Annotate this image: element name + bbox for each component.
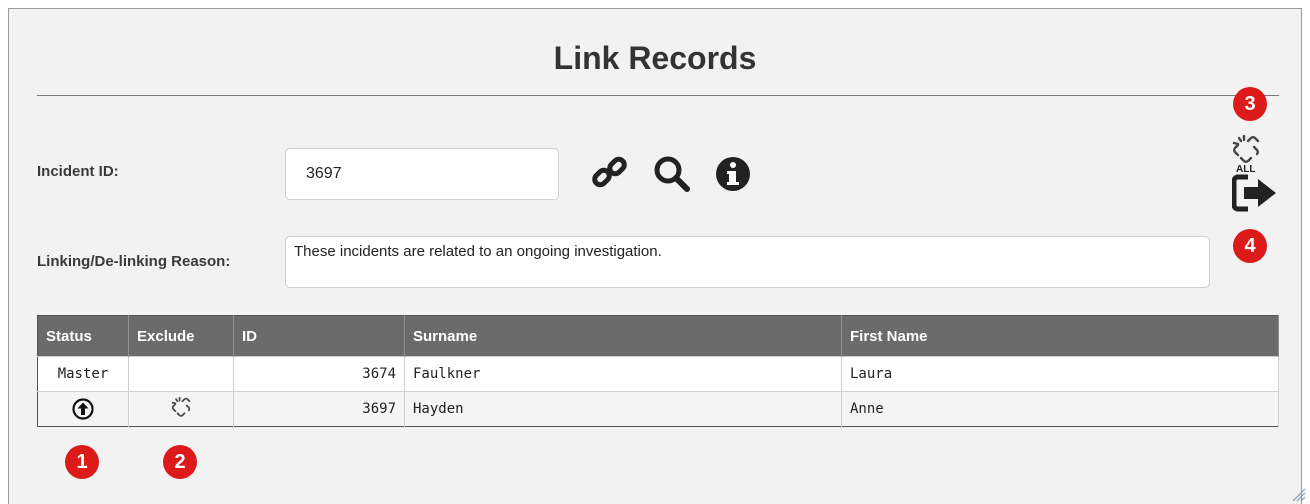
exclude-cell (128, 356, 234, 392)
search-icon[interactable] (652, 154, 692, 194)
linked-records-table: Status Exclude ID Surname First Name Mas… (37, 315, 1279, 427)
first-name-cell: Anne (841, 391, 1279, 427)
callout-badge-2: 2 (163, 445, 197, 479)
surname-cell: Hayden (404, 391, 842, 427)
info-icon[interactable] (714, 154, 754, 194)
exclude-cell (128, 391, 234, 427)
table-row[interactable]: 3697 Hayden Anne (37, 391, 1279, 427)
column-header-first-name[interactable]: First Name (841, 315, 1279, 357)
callout-badge-1: 1 (65, 445, 99, 479)
callout-badge-4: 4 (1233, 229, 1267, 263)
column-header-id[interactable]: ID (233, 315, 405, 357)
incident-id-input[interactable] (285, 148, 559, 200)
reason-field[interactable]: These incidents are related to an ongoin… (285, 236, 1210, 288)
id-cell: 3697 (233, 391, 405, 427)
status-cell: Master (37, 356, 129, 392)
callout-badge-3: 3 (1233, 87, 1267, 121)
incident-id-label: Incident ID: (37, 163, 119, 180)
link-icon[interactable] (590, 154, 630, 194)
title-divider (37, 95, 1279, 96)
exit-icon[interactable] (1232, 174, 1280, 212)
resize-grip-icon[interactable] (1290, 486, 1306, 502)
reason-label: Linking/De-linking Reason: (37, 253, 231, 270)
first-name-cell: Laura (841, 356, 1279, 392)
promote-icon[interactable] (72, 398, 94, 420)
page-title: Link Records (553, 40, 757, 76)
column-header-status[interactable]: Status (37, 315, 129, 357)
status-cell (37, 391, 129, 427)
column-header-surname[interactable]: Surname (404, 315, 842, 357)
id-cell: 3674 (233, 356, 405, 392)
surname-cell: Faulkner (404, 356, 842, 392)
table-row[interactable]: Master 3674 Faulkner Laura (37, 356, 1279, 392)
column-header-exclude[interactable]: Exclude (128, 315, 234, 357)
table-header-row: Status Exclude ID Surname First Name (37, 315, 1279, 357)
unlink-icon[interactable] (170, 396, 192, 421)
